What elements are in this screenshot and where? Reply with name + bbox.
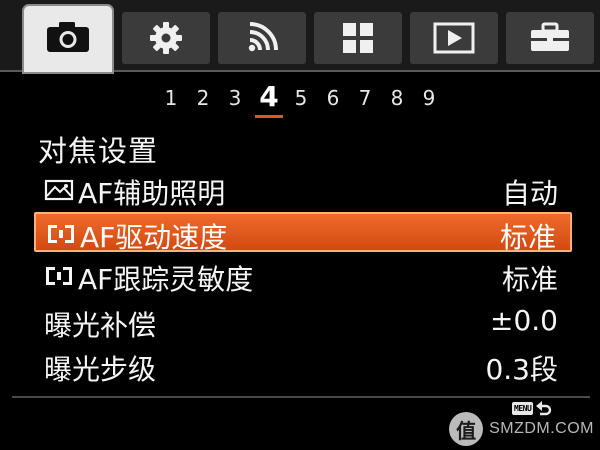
tab-wireless[interactable] — [218, 12, 306, 64]
page-number-active[interactable]: 4 — [258, 80, 280, 113]
menu-item-af-illuminator[interactable]: AF辅助照明 自动 — [34, 170, 572, 210]
tab-shooting[interactable] — [24, 6, 112, 72]
menu-item-exposure-step[interactable]: 曝光步级 0.3段 — [34, 346, 572, 386]
watermark-logo: 值 — [449, 412, 484, 446]
page-number[interactable]: 5 — [290, 86, 312, 110]
watermark-text: SMZDM.COM — [489, 420, 594, 437]
page-number[interactable]: 2 — [192, 86, 214, 110]
active-page-underline — [255, 115, 283, 118]
watermark: 值 SMZDM.COM — [449, 412, 594, 446]
play-icon — [433, 22, 475, 54]
page-number[interactable]: 7 — [354, 86, 376, 110]
menu-item-label: AF跟踪灵敏度 — [78, 263, 254, 296]
tab-settings[interactable] — [122, 12, 210, 64]
menu-item-value: 标准 — [499, 221, 556, 254]
camera-menu-screen: 1 2 3 4 5 6 7 8 9 对焦设置 AF辅助照明 自动 AF驱动速度 … — [0, 0, 600, 450]
menu-tab-bar — [0, 0, 600, 72]
menu-item-label: AF驱动速度 — [80, 221, 228, 254]
menu-item-value: 0.3段 — [485, 353, 558, 386]
page-number[interactable]: 8 — [386, 86, 408, 110]
toolbox-icon — [528, 22, 572, 54]
menu-item-value: ±0.0 — [490, 304, 558, 337]
af-frame-icon — [46, 220, 76, 253]
page-number[interactable]: 9 — [418, 86, 440, 110]
section-title: 对焦设置 — [38, 134, 159, 168]
menu-item-value: 自动 — [501, 177, 558, 210]
menu-item-exposure-comp[interactable]: 曝光补偿 ±0.0 — [34, 302, 572, 342]
tab-playback[interactable] — [410, 12, 498, 64]
af-illuminator-icon — [44, 176, 74, 209]
gear-icon — [148, 20, 184, 56]
page-number[interactable]: 1 — [160, 86, 182, 110]
footer-divider — [12, 396, 590, 398]
tab-setup[interactable] — [506, 12, 594, 64]
menu-item-af-drive-speed[interactable]: AF驱动速度 标准 — [34, 212, 572, 254]
tab-application[interactable] — [314, 12, 402, 64]
menu-item-label: 曝光步级 — [44, 353, 157, 386]
page-indicator: 1 2 3 4 5 6 7 8 9 — [0, 80, 600, 120]
menu-item-label: AF辅助照明 — [78, 177, 226, 210]
page-number[interactable]: 3 — [224, 86, 246, 110]
page-number[interactable]: 6 — [322, 86, 344, 110]
menu-item-label: 曝光补偿 — [44, 309, 157, 342]
menu-item-af-track-sensitivity[interactable]: AF跟踪灵敏度 标准 — [34, 256, 572, 296]
af-frame-icon — [44, 262, 74, 295]
camera-icon — [45, 22, 91, 54]
menu-item-value: 标准 — [501, 263, 558, 296]
grid-icon — [341, 21, 375, 55]
wireless-icon — [244, 20, 280, 56]
